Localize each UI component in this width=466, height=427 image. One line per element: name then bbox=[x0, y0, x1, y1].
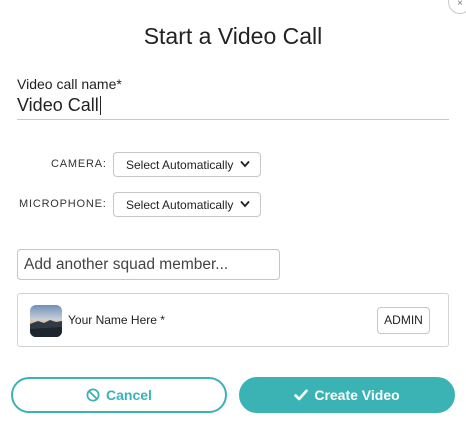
add-member-placeholder: Add another squad member... bbox=[24, 255, 229, 273]
camera-select-value: Select Automatically bbox=[126, 157, 234, 172]
create-video-button[interactable]: Create Video bbox=[239, 377, 455, 413]
microphone-select-value: Select Automatically bbox=[126, 197, 234, 212]
avatar bbox=[30, 305, 62, 337]
chevron-down-icon bbox=[240, 200, 250, 208]
microphone-label: MICROPHONE: bbox=[19, 198, 107, 210]
member-row: Your Name Here * ADMIN bbox=[17, 293, 449, 347]
call-name-label: Video call name* bbox=[17, 76, 122, 92]
cancel-label: Cancel bbox=[106, 387, 152, 403]
camera-label: CAMERA: bbox=[51, 158, 107, 170]
chevron-down-icon bbox=[240, 160, 250, 168]
role-badge[interactable]: ADMIN bbox=[377, 307, 430, 334]
landscape-avatar-icon bbox=[30, 305, 62, 337]
camera-select[interactable]: Select Automatically bbox=[113, 152, 261, 177]
dialog-title: Start a Video Call bbox=[143, 23, 323, 49]
add-member-input[interactable]: Add another squad member... bbox=[17, 249, 280, 280]
microphone-select[interactable]: Select Automatically bbox=[113, 192, 261, 217]
call-name-value: Video Call bbox=[17, 94, 99, 115]
close-icon[interactable]: × bbox=[448, 0, 466, 14]
check-icon bbox=[294, 389, 309, 401]
ban-icon bbox=[86, 388, 100, 402]
member-name: Your Name Here * bbox=[68, 313, 165, 327]
call-name-input[interactable]: Video Call bbox=[17, 91, 449, 120]
create-label: Create Video bbox=[314, 387, 400, 403]
cancel-button[interactable]: Cancel bbox=[11, 377, 227, 413]
text-caret bbox=[99, 95, 101, 115]
